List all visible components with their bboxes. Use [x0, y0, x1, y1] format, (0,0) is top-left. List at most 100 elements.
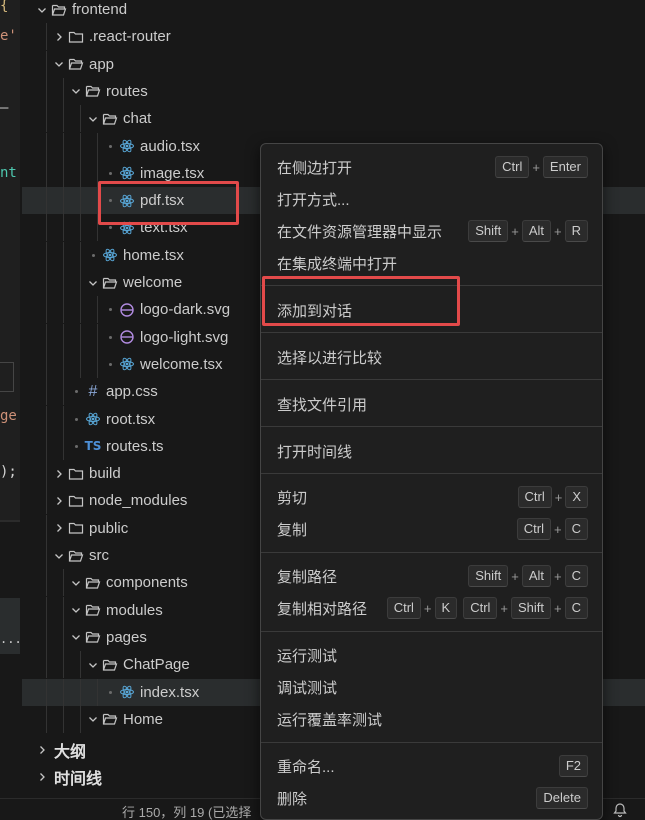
tree-leaf-dot — [102, 691, 118, 694]
chevron-right-icon[interactable] — [51, 29, 67, 45]
menu-item-open-in-terminal[interactable]: 在集成终端中打开 — [261, 248, 602, 278]
folder-open-icon — [67, 55, 85, 73]
tree-item-label: pages — [106, 628, 147, 646]
menu-item-label: 选择以进行比较 — [277, 349, 383, 367]
bell-icon[interactable] — [612, 802, 628, 818]
react-file-icon — [118, 219, 136, 237]
code-fragment: ); — [0, 464, 17, 480]
indent-guide — [46, 187, 47, 215]
menu-item-debug-tests[interactable]: 调试测试 — [261, 672, 602, 702]
indent-guide — [46, 350, 47, 378]
menu-item-run-coverage[interactable]: 运行覆盖率测试 — [261, 704, 602, 734]
chevron-right-icon[interactable] — [51, 493, 67, 509]
tree-leaf-dot — [102, 308, 118, 311]
folder-icon — [67, 492, 85, 510]
chevron-right-icon[interactable] — [51, 466, 67, 482]
menu-item-select-for-compare[interactable]: 选择以进行比较 — [261, 342, 602, 372]
tree-folder-row[interactable]: routes — [22, 77, 645, 105]
indent-guide — [97, 678, 98, 706]
folder-open-icon — [50, 1, 68, 19]
code-fragment: { — [0, 0, 9, 14]
outline-section-header[interactable]: 大纲 — [34, 736, 86, 763]
menu-item-delete[interactable]: 删除 Delete — [261, 783, 602, 813]
tree-folder-row[interactable]: chat — [22, 105, 645, 133]
folder-open-icon — [101, 656, 119, 674]
editor-widget-edge — [0, 362, 14, 392]
indent-guide — [63, 405, 64, 433]
indent-guide — [63, 596, 64, 624]
indent-guide — [46, 487, 47, 515]
shortcut-keys: Shift + Alt + R — [468, 220, 588, 242]
tree-folder-row[interactable]: .react-router — [22, 23, 645, 51]
chevron-down-icon[interactable] — [51, 548, 67, 564]
timeline-section-header[interactable]: 时间线 — [34, 763, 102, 790]
menu-item-find-references[interactable]: 查找文件引用 — [261, 389, 602, 419]
indent-guide — [80, 132, 81, 160]
svg-file-icon — [118, 301, 136, 319]
menu-item-open-to-side[interactable]: 在侧边打开 Ctrl + Enter — [261, 152, 602, 182]
menu-item-copy[interactable]: 复制 Ctrl + C — [261, 514, 602, 544]
menu-item-label: 删除 — [277, 790, 308, 808]
tree-item-label: frontend — [72, 1, 128, 18]
react-file-icon — [84, 410, 102, 428]
menu-item-copy-relative-path[interactable]: 复制相对路径 Ctrl + K Ctrl + Shift + C — [261, 593, 602, 623]
indent-guide — [46, 23, 47, 51]
indent-guide — [63, 678, 64, 706]
menu-item-label: 复制相对路径 — [277, 600, 368, 618]
indent-guide — [46, 241, 47, 269]
folder-open-icon — [84, 574, 102, 592]
chevron-down-icon[interactable] — [68, 602, 84, 618]
chevron-down-icon[interactable] — [34, 2, 50, 18]
tree-leaf-dot — [102, 226, 118, 229]
lower-panel — [0, 522, 20, 798]
tree-leaf-dot — [102, 363, 118, 366]
indent-guide — [80, 350, 81, 378]
menu-separator — [261, 332, 602, 333]
key-cap: Ctrl — [463, 597, 498, 619]
tree-item-label: text.tsx — [140, 219, 188, 237]
indent-guide — [80, 105, 81, 133]
menu-item-add-to-chat[interactable]: 添加到对话 — [261, 295, 602, 325]
chevron-down-icon[interactable] — [85, 657, 101, 673]
chevron-down-icon[interactable] — [68, 575, 84, 591]
svg-file-icon — [118, 328, 136, 346]
react-file-icon — [101, 246, 119, 264]
indent-guide — [46, 678, 47, 706]
folder-icon — [67, 465, 85, 483]
react-file-icon — [118, 192, 136, 210]
chevron-down-icon[interactable] — [85, 111, 101, 127]
indent-guide — [97, 132, 98, 160]
indent-guide — [46, 460, 47, 488]
code-fragment: ... — [0, 632, 20, 646]
tree-item-label: src — [89, 547, 109, 564]
menu-item-reveal-in-explorer[interactable]: 在文件资源管理器中显示 Shift + Alt + R — [261, 216, 602, 246]
indent-guide — [46, 214, 47, 242]
tree-folder-row[interactable]: frontend — [22, 0, 645, 23]
tree-item-label: index.tsx — [140, 683, 200, 701]
indent-guide — [63, 214, 64, 242]
chevron-down-icon[interactable] — [85, 275, 101, 291]
indent-guide — [46, 105, 47, 133]
key-cap: C — [564, 518, 588, 540]
menu-item-cut[interactable]: 剪切 Ctrl + X — [261, 482, 602, 512]
chevron-right-icon[interactable] — [51, 520, 67, 536]
chevron-down-icon[interactable] — [68, 629, 84, 645]
folder-open-icon — [67, 547, 85, 565]
menu-item-label: 复制路径 — [277, 568, 338, 586]
menu-item-run-tests[interactable]: 运行测试 — [261, 640, 602, 670]
chevron-down-icon[interactable] — [51, 56, 67, 72]
indent-guide — [46, 623, 47, 651]
chevron-down-icon[interactable] — [68, 83, 84, 99]
section-label: 时间线 — [54, 770, 103, 788]
folder-open-icon — [84, 628, 102, 646]
menu-item-rename[interactable]: 重命名... F2 — [261, 751, 602, 781]
menu-item-open-timeline[interactable]: 打开时间线 — [261, 436, 602, 466]
cursor-position[interactable]: 行 150，列 19 (已选择 — [122, 802, 251, 820]
menu-item-open-with[interactable]: 打开方式... — [261, 184, 602, 214]
indent-guide — [46, 569, 47, 597]
indent-guide — [63, 350, 64, 378]
tree-folder-row[interactable]: app — [22, 50, 645, 78]
menu-item-copy-path[interactable]: 复制路径 Shift + Alt + C — [261, 561, 602, 591]
tree-item-label: home.tsx — [123, 246, 184, 264]
chevron-down-icon[interactable] — [85, 711, 101, 727]
